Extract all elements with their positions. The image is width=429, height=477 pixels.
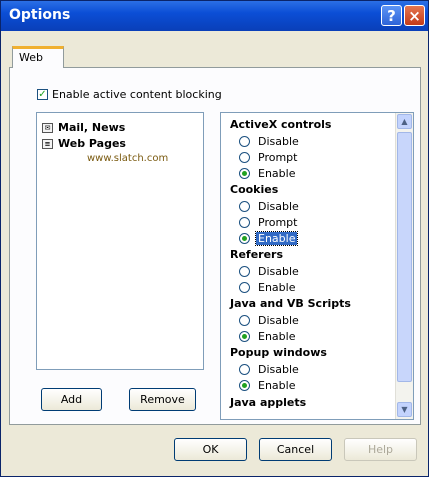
radio-button[interactable]	[239, 201, 250, 212]
option-label: Disable	[258, 314, 299, 327]
option-label: Disable	[258, 363, 299, 376]
add-button[interactable]: Add	[41, 388, 102, 411]
radio-button-selected[interactable]	[239, 380, 250, 391]
group-referers: Referers	[230, 248, 284, 261]
scroll-down-icon[interactable]: ▼	[397, 402, 412, 417]
cookies-prompt-option[interactable]: Prompt	[239, 216, 299, 229]
group-popups: Popup windows	[230, 346, 327, 359]
site-tree[interactable]: ✉ Mail, News ≡ Web Pages www.slatch.com	[36, 112, 204, 370]
ok-button[interactable]: OK	[174, 438, 247, 461]
scripts-disable-option[interactable]: Disable	[239, 314, 301, 327]
help-button[interactable]: Help	[344, 438, 417, 461]
tree-item-label: Mail, News	[58, 121, 126, 134]
radio-button[interactable]	[239, 152, 250, 163]
radio-button[interactable]	[239, 364, 250, 375]
option-label: Disable	[258, 265, 299, 278]
tab-web[interactable]: Web	[12, 46, 64, 68]
mail-icon: ✉	[42, 122, 53, 133]
activex-enable-option[interactable]: Enable	[239, 167, 297, 180]
radio-button[interactable]	[239, 217, 250, 228]
radio-button-selected[interactable]	[239, 168, 250, 179]
blocking-checkbox[interactable]: ✓	[37, 89, 48, 100]
option-label: Prompt	[258, 216, 298, 229]
scripts-enable-option[interactable]: Enable	[239, 330, 297, 343]
help-title-button[interactable]: ?	[381, 5, 402, 26]
tree-item-label: Web Pages	[58, 137, 126, 150]
option-label: Disable	[258, 135, 299, 148]
radio-button[interactable]	[239, 315, 250, 326]
group-scripts: Java and VB Scripts	[230, 297, 351, 310]
group-cookies: Cookies	[230, 183, 279, 196]
tree-subitem-site[interactable]: www.slatch.com	[87, 153, 168, 164]
title-bar[interactable]: Options ? ×	[1, 1, 428, 31]
window-title: Options	[9, 7, 71, 23]
page-icon: ≡	[42, 138, 53, 149]
close-button[interactable]: ×	[404, 5, 425, 26]
tree-item-web-pages[interactable]: ≡ Web Pages	[42, 137, 126, 150]
radio-button[interactable]	[239, 282, 250, 293]
activex-prompt-option[interactable]: Prompt	[239, 151, 299, 164]
popups-disable-option[interactable]: Disable	[239, 363, 301, 376]
remove-button[interactable]: Remove	[129, 388, 196, 411]
cookies-enable-option[interactable]: Enable	[239, 231, 299, 246]
cookies-disable-option[interactable]: Disable	[239, 200, 301, 213]
option-label: Enable	[258, 379, 296, 392]
blocking-checkbox-row[interactable]: ✓ Enable active content blocking	[37, 88, 222, 101]
option-label: Disable	[258, 200, 299, 213]
radio-button-selected[interactable]	[239, 331, 250, 342]
radio-button[interactable]	[239, 266, 250, 277]
option-label-selected: Enable	[254, 231, 299, 246]
options-scrollbar[interactable]: ▲ ▼	[395, 113, 413, 419]
tree-item-mail-news[interactable]: ✉ Mail, News	[42, 121, 125, 134]
option-label: Enable	[258, 167, 296, 180]
radio-button[interactable]	[239, 136, 250, 147]
referers-disable-option[interactable]: Disable	[239, 265, 301, 278]
referers-enable-option[interactable]: Enable	[239, 281, 297, 294]
activex-disable-option[interactable]: Disable	[239, 135, 301, 148]
option-label: Enable	[258, 281, 296, 294]
scroll-up-icon[interactable]: ▲	[397, 114, 412, 129]
option-label: Enable	[258, 330, 296, 343]
group-activex: ActiveX controls	[230, 118, 332, 131]
scroll-thumb[interactable]	[397, 132, 412, 382]
cancel-button[interactable]: Cancel	[259, 438, 332, 461]
option-label: Prompt	[258, 151, 298, 164]
content-options-list[interactable]: ActiveX controls Disable Prompt Enable C…	[220, 112, 414, 420]
blocking-label: Enable active content blocking	[52, 88, 222, 101]
popups-enable-option[interactable]: Enable	[239, 379, 297, 392]
radio-button-selected[interactable]	[239, 233, 250, 244]
group-applets: Java applets	[230, 396, 307, 409]
options-dialog: Options ? × Web ✓ Enable active content …	[0, 0, 429, 477]
